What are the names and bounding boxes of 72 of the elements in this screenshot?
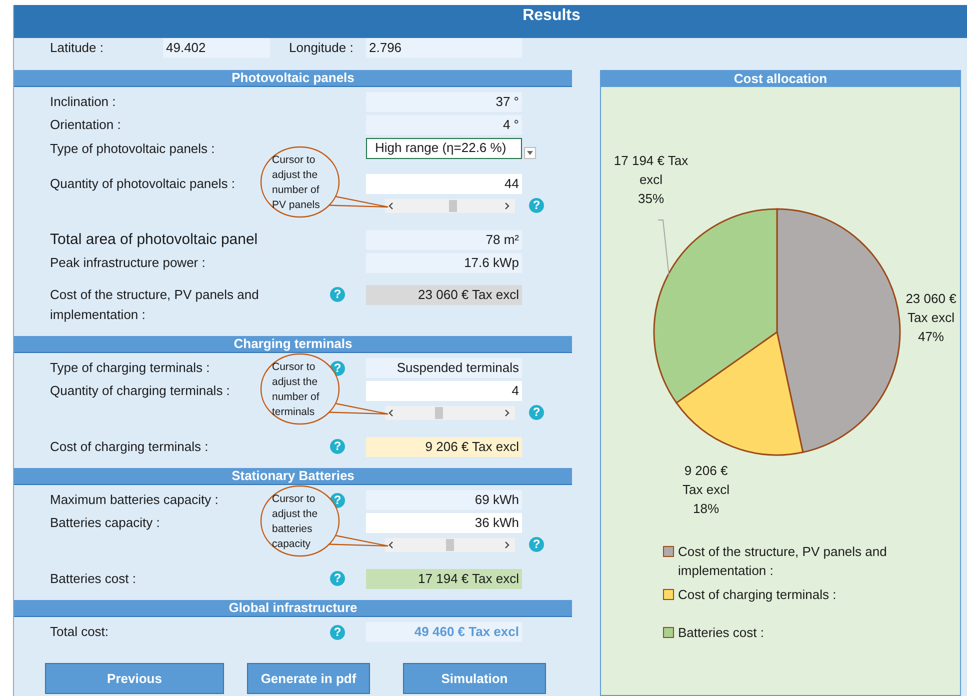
value-cell: 2.796 [366,38,522,58]
slider-track[interactable] [385,538,515,552]
legend-label: Cost of charging terminals : [678,586,838,604]
help-button[interactable]: ? [330,624,345,640]
action-button[interactable]: Generate in pdf [247,663,370,694]
section-header: Global infrastructure [14,600,572,617]
help-button[interactable]: ? [330,287,345,302]
chevron-left-icon[interactable] [387,540,395,548]
field-label: Batteries capacity : [50,514,160,532]
field-label: Longitude : [289,39,354,57]
chevron-left-icon[interactable] [387,408,395,416]
slider-thumb[interactable] [448,200,457,212]
value-cell: 37 ° [366,92,522,112]
input-field[interactable]: 36 kWh [366,513,522,533]
dropdown-button[interactable] [524,147,536,159]
field-label: Batteries cost : [50,570,137,588]
field-label: Latitude : [50,39,104,57]
chevron-right-icon[interactable] [503,408,511,416]
section-header: Photovoltaic panels [14,70,572,87]
action-button[interactable]: Simulation [403,663,546,694]
page-title: Results [522,6,580,26]
value-cell: 4 ° [366,115,522,135]
field-label: Maximum batteries capacity : [50,491,218,509]
chevron-right-icon[interactable] [503,540,511,548]
legend-label: Cost of the structure, PV panels and implementation : [678,543,888,580]
field-label: Cost of the structure, PV panels and implementation : [50,286,260,324]
value-cell: 69 kWh [366,490,522,510]
value-cell: 49 460 € Tax excl [366,622,522,642]
leader-line [658,220,670,276]
value-cell: 23 060 € Tax excl [366,285,522,305]
input-field[interactable]: 4 [366,381,522,401]
slider-thumb[interactable] [446,538,454,550]
help-button[interactable]: ? [529,405,544,420]
section-header: Stationary Batteries [14,468,572,485]
value-cell: 49.402 [163,38,270,58]
field-label: Total cost: [50,623,109,641]
field-label: Quantity of charging terminals : [50,382,230,400]
dropdown-field[interactable]: High range (η=22.6 %) [366,138,522,159]
help-button[interactable]: ? [330,439,345,454]
field-label: Quantity of photovoltaic panels : [50,175,236,193]
slider-thumb[interactable] [435,406,444,418]
chevron-left-icon[interactable] [387,202,395,210]
section-header: Charging terminals [14,336,572,353]
callout-text: Cursor to adjust the number of PV panels [272,153,321,213]
field-label: Inclination : [50,93,116,111]
value-cell: 17 194 € Tax excl [366,569,522,589]
value-cell: Suspended terminals [366,358,522,378]
field-label: Peak infrastructure power : [50,254,206,272]
value-cell: 17.6 kWp [366,253,522,273]
help-button[interactable]: ? [330,571,345,586]
action-button[interactable]: Previous [45,663,224,694]
field-label: Type of photovoltaic panels : [50,140,215,158]
field-label: Total area of photovoltaic panel [50,230,258,250]
data-label: 9 206 € Tax excl 18% [682,462,730,518]
caret-icon [527,151,533,155]
help-button[interactable]: ? [529,198,544,213]
callout-text: Cursor to adjust the batteries capacity [272,492,319,552]
callout-text: Cursor to adjust the number of terminals [272,360,320,420]
panel-title: Cost allocation [601,71,960,87]
field-label: Type of charging terminals : [50,359,210,377]
input-field[interactable]: 44 [366,174,522,194]
value-cell: 78 m² [366,230,522,250]
field-label: Orientation : [50,116,121,134]
slider-track[interactable] [385,406,515,420]
chevron-right-icon[interactable] [503,202,511,210]
data-label: 23 060 € Tax excl 47% [906,290,956,346]
help-button[interactable]: ? [529,537,544,552]
legend-label: Batteries cost : [678,624,765,642]
data-label: 17 194 € Tax excl 35% [614,152,688,208]
value-cell: 9 206 € Tax excl [366,437,522,457]
slider-track[interactable] [385,198,515,212]
field-label: Cost of charging terminals : [50,438,210,456]
